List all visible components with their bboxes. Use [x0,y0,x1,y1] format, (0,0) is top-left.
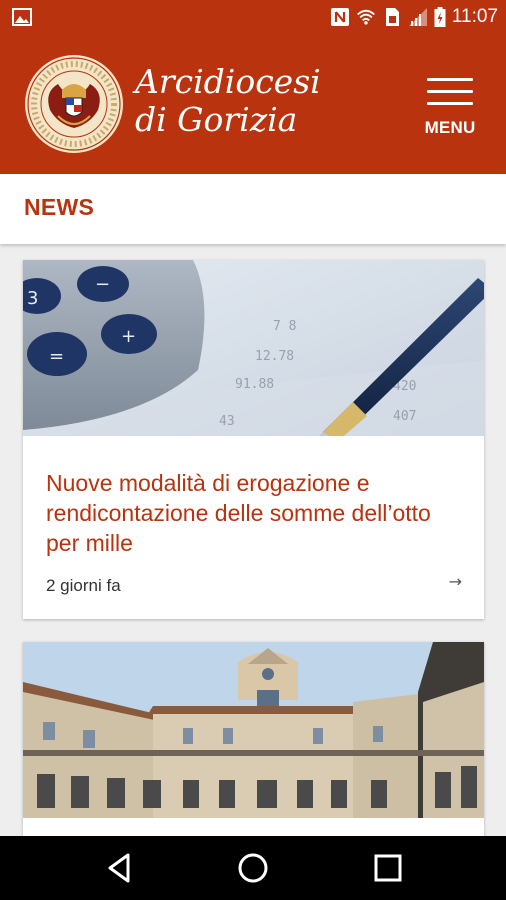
sim-icon [385,8,399,26]
svg-text:3: 3 [27,288,38,309]
svg-text:+: + [121,326,136,347]
menu-label[interactable]: MENU [420,118,480,138]
brand-line-2: di Gorizia [135,100,298,139]
hamburger-icon[interactable] [427,78,473,106]
svg-text:407: 407 [393,409,416,424]
image-icon [12,8,32,26]
svg-text:7 8: 7 8 [273,319,296,334]
status-bar: 11:07 [0,0,506,34]
svg-text:=: = [49,346,64,367]
wifi-icon [356,9,375,25]
brand-line-1: Arcidiocesi [135,62,321,101]
svg-text:43: 43 [219,414,235,429]
svg-text:−: − [95,274,110,295]
section-title: NEWS [24,194,95,220]
app-header: Arcidiocesi di Gorizia MENU [0,34,506,174]
section-header: NEWS [0,174,506,244]
signal-icon [408,8,427,26]
arrow-right-icon[interactable]: → [449,572,462,591]
battery-icon [434,7,446,27]
status-time: 11:07 [451,6,498,27]
svg-text:91.88: 91.88 [235,377,274,392]
news-card[interactable]: 3 − = + 7 8 12.78 91.88 43 420 407 Nuove… [23,260,484,619]
home-icon[interactable] [235,850,271,886]
brand-title: Arcidiocesi di Gorizia [135,63,321,139]
news-card[interactable] [23,642,484,842]
recents-icon[interactable] [370,850,406,886]
archdiocese-seal-logo[interactable] [24,54,124,154]
article-time: 2 giorni fa [46,576,121,595]
svg-text:12.78: 12.78 [255,349,294,364]
status-icons: 11:07 [330,6,498,28]
seminary-courtyard-photo[interactable] [23,642,484,818]
back-icon[interactable] [102,850,138,886]
calculator-and-pen-photo[interactable]: 3 − = + 7 8 12.78 91.88 43 420 407 [23,260,484,436]
menu-button[interactable]: MENU [420,78,480,140]
nfc-icon [330,8,349,26]
article-title[interactable]: Nuove modalità di erogazione e rendicont… [46,468,466,558]
system-nav-bar [0,836,506,900]
